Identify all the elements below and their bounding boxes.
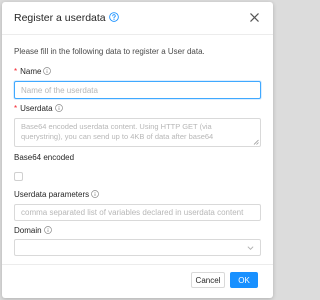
base64-label: Base64 encoded: [14, 153, 75, 162]
userdata-label-text: Userdata: [20, 104, 53, 113]
info-circle-icon[interactable]: [43, 67, 52, 75]
domain-label: Domain: [14, 226, 52, 235]
parameters-label: Userdata parameters: [14, 190, 100, 199]
register-userdata-dialog: Register a userdata Please fill in the f…: [2, 2, 273, 298]
name-label-text: Name: [20, 67, 42, 76]
info-circle-icon[interactable]: [54, 104, 63, 112]
userdata-label: * Userdata: [14, 104, 63, 113]
domain-label-text: Domain: [14, 226, 42, 235]
close-icon[interactable]: [249, 12, 260, 23]
dialog-title-text: Register a userdata: [14, 12, 106, 24]
resize-handle-icon[interactable]: [253, 139, 259, 145]
dialog-footer-divider: [2, 264, 273, 265]
parameters-input[interactable]: [14, 204, 261, 221]
domain-select[interactable]: [14, 239, 261, 256]
dialog-title: Register a userdata: [14, 12, 119, 24]
chevron-down-icon: [247, 246, 254, 250]
parameters-label-text: Userdata parameters: [14, 190, 90, 199]
userdata-textarea[interactable]: [14, 118, 261, 147]
dialog-intro-text: Please fill in the following data to reg…: [14, 47, 205, 56]
info-circle-icon[interactable]: [91, 190, 100, 198]
cancel-button[interactable]: Cancel: [191, 272, 225, 288]
name-label: * Name: [14, 67, 52, 76]
question-circle-icon[interactable]: [108, 12, 119, 23]
ok-button[interactable]: OK: [230, 272, 258, 288]
dialog-header: Register a userdata: [2, 2, 273, 35]
required-marker: *: [14, 104, 18, 113]
info-circle-icon[interactable]: [43, 226, 52, 234]
name-input[interactable]: [14, 81, 261, 99]
required-marker: *: [14, 67, 18, 76]
base64-checkbox[interactable]: [14, 172, 23, 181]
